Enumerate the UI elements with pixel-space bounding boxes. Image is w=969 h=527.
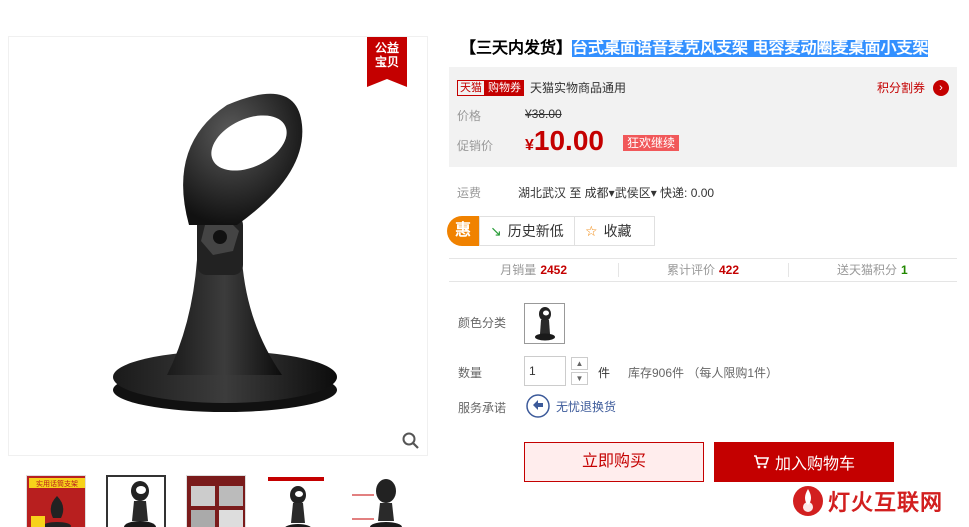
zoom-icon[interactable] xyxy=(401,431,421,451)
quantity-label: 数量 xyxy=(458,366,483,380)
site-watermark: 灯火互联网 xyxy=(792,485,943,517)
shipping-value[interactable]: 湖北武汉 至 成都▾武侯区▾ 快递: 0.00 xyxy=(518,184,714,201)
quantity-unit: 件 xyxy=(598,366,611,380)
original-price: ¥38.00 xyxy=(525,107,562,121)
color-option-image xyxy=(535,307,555,341)
title-prefix: 【三天内发货】 xyxy=(460,40,573,57)
points-coupon-link[interactable]: 积分割券 › xyxy=(877,79,949,96)
promo-text: 天猫实物商品通用 xyxy=(530,81,627,95)
shipping-row: 运费 湖北武汉 至 成都▾武侯区▾ 快递: 0.00 xyxy=(457,184,714,201)
shipping-label: 运费 xyxy=(457,186,482,200)
tmall-points-label: 送天猫积分 xyxy=(836,263,897,277)
favorite-button[interactable]: ☆ 收藏 xyxy=(575,216,655,246)
thumbnail-1-caption: 实用话筒支架 xyxy=(36,479,78,488)
microphone-stand-image xyxy=(113,93,337,412)
stats-bar: 月销量 2452 累计评价 422 送天猫积分 1 xyxy=(449,258,957,282)
watermark-text: 灯火互联网 xyxy=(828,490,944,515)
action-row: 惠 ↘ 历史新低 ☆ 收藏 xyxy=(447,216,655,246)
tmall-points: 送天猫积分 1 xyxy=(787,259,957,281)
quantity-decrease-button[interactable]: ▼ xyxy=(571,372,588,385)
sale-price: ¥10.00 xyxy=(525,125,604,157)
stock-info: 库存906件 （每人限购1件） xyxy=(628,366,779,380)
charity-badge-line1: 公益 xyxy=(374,41,399,55)
main-product-image[interactable]: 公益 宝贝 xyxy=(8,36,428,456)
add-to-cart-label: 加入购物车 xyxy=(774,456,855,473)
monthly-sales: 月销量 2452 xyxy=(449,259,618,281)
thumbnail-4-image xyxy=(268,477,324,527)
price-label: 价格 xyxy=(457,109,482,123)
thumbnail-1[interactable]: 实用话筒支架 xyxy=(26,475,86,527)
price-box: 天猫 购物券 天猫实物商品通用 积分割券 › 价格 ¥38.00 促销价 ¥10.… xyxy=(449,67,957,167)
thumbnail-3[interactable] xyxy=(186,475,246,527)
color-label: 颜色分类 xyxy=(458,316,507,330)
charity-badge-line2: 宝贝 xyxy=(374,55,399,69)
thumbnail-4[interactable] xyxy=(266,475,326,527)
history-low-label: 历史新低 xyxy=(507,223,564,239)
title-main: 台式桌面语音麦克风支架 电容麦动圈麦桌面小支架 xyxy=(572,40,929,57)
quantity-increase-button[interactable]: ▲ xyxy=(571,357,588,370)
service-label: 服务承诺 xyxy=(458,401,507,415)
thumbnail-1-image: 实用话筒支架 xyxy=(27,476,85,527)
thumbnail-5-image xyxy=(352,479,402,527)
discount-hui-badge[interactable]: 惠 xyxy=(447,216,479,246)
quantity-input[interactable] xyxy=(524,356,566,386)
total-reviews-count: 422 xyxy=(718,263,740,277)
thumbnail-3-image xyxy=(187,476,245,527)
color-option-swatch[interactable] xyxy=(524,303,565,344)
favorite-label: 收藏 xyxy=(603,223,632,239)
thumbnail-5[interactable] xyxy=(346,475,406,527)
sale-price-label: 促销价 xyxy=(457,139,494,153)
trend-down-icon: ↘ xyxy=(490,222,502,239)
service-text: 无忧退换货 xyxy=(556,399,617,414)
thumbnail-2-image xyxy=(124,481,156,527)
currency-symbol: ¥ xyxy=(525,137,534,154)
history-low-button[interactable]: ↘ 历史新低 xyxy=(479,216,575,246)
sale-price-value: 10.00 xyxy=(533,125,604,156)
sale-event-tag: 狂欢继续 xyxy=(623,135,680,151)
cart-icon xyxy=(753,455,769,469)
star-icon: ☆ xyxy=(585,222,598,239)
points-coupon-label: 积分割券 xyxy=(876,81,925,95)
total-reviews[interactable]: 累计评价 422 xyxy=(618,259,787,281)
thumbnail-2[interactable] xyxy=(106,475,166,527)
add-to-cart-button[interactable]: 加入购物车 xyxy=(714,442,894,482)
monthly-sales-label: 月销量 xyxy=(500,263,537,277)
thumbnail-strip: 实用话筒支架 xyxy=(26,475,406,527)
total-reviews-label: 累计评价 xyxy=(666,263,715,277)
tmall-badge: 天猫 xyxy=(457,79,485,96)
charity-badge: 公益 宝贝 xyxy=(367,37,407,87)
coupon-badge: 购物券 xyxy=(485,79,524,96)
promo-row: 天猫 购物券 天猫实物商品通用 xyxy=(457,79,626,96)
buy-now-button[interactable]: 立即购买 xyxy=(524,442,704,482)
tmall-points-count: 1 xyxy=(900,263,908,277)
service-promise[interactable]: 无忧退换货 xyxy=(526,394,616,418)
return-exchange-icon xyxy=(526,394,550,418)
chevron-right-icon: › xyxy=(933,79,949,96)
product-title: 【三天内发货】台式桌面语音麦克风支架 电容麦动圈麦桌面小支架 xyxy=(460,34,929,58)
monthly-sales-count: 2452 xyxy=(540,263,568,277)
watermark-logo-icon xyxy=(793,486,823,516)
